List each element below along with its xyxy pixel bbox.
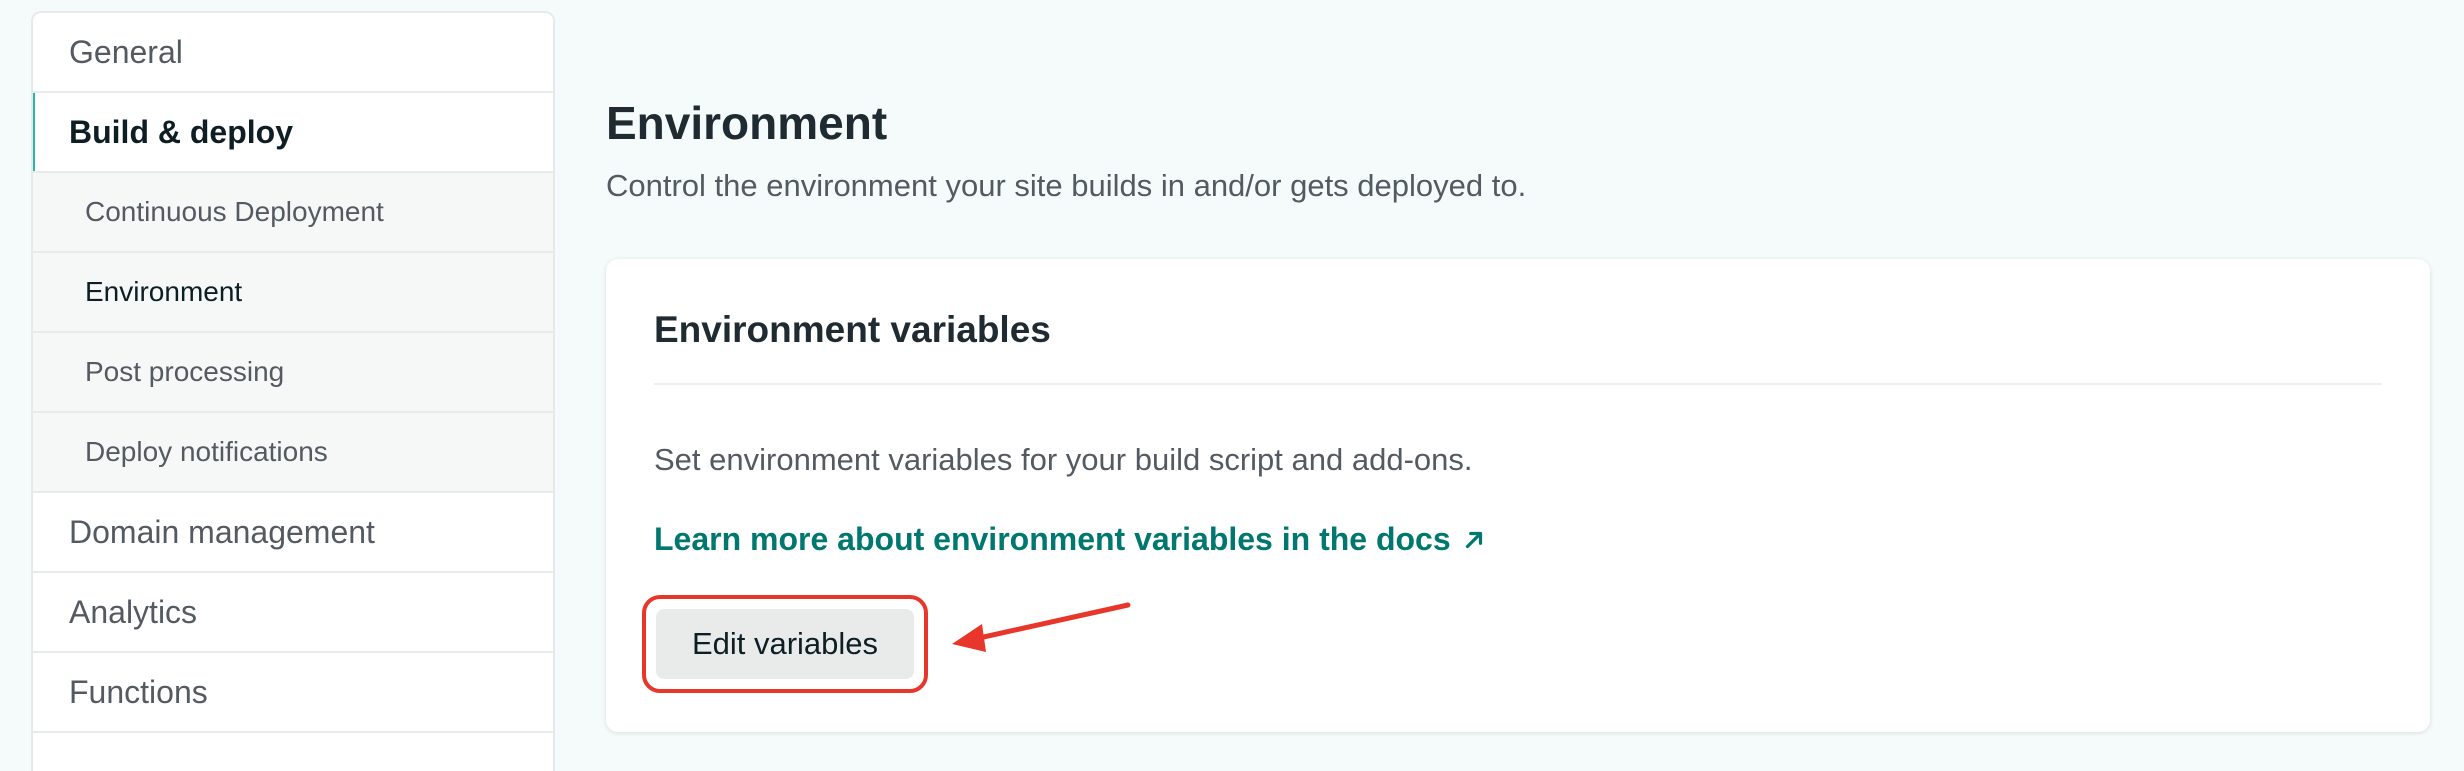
card-description: Set environment variables for your build…	[654, 442, 1473, 477]
page-subtitle: Control the environment your site builds…	[606, 168, 1527, 203]
settings-sidebar: General Build & deploy Continuous Deploy…	[31, 11, 555, 771]
sidebar-item-analytics[interactable]: Analytics	[33, 573, 553, 653]
environment-variables-card: Environment variables Set environment va…	[606, 259, 2430, 732]
page-title: Environment	[606, 97, 888, 149]
sidebar-subitem-continuous-deployment[interactable]: Continuous Deployment	[33, 173, 553, 253]
sidebar-item-build-deploy[interactable]: Build & deploy	[33, 93, 553, 173]
sidebar-subitem-post-processing[interactable]: Post processing	[33, 333, 553, 413]
arrow-up-right-icon	[1465, 531, 1482, 548]
card-title: Environment variables	[654, 309, 1051, 350]
sidebar-subitem-deploy-notifications[interactable]: Deploy notifications	[33, 413, 553, 493]
sidebar-subitem-environment[interactable]: Environment	[33, 253, 553, 333]
docs-link-label: Learn more about environment variables i…	[654, 521, 1451, 557]
edit-variables-button[interactable]: Edit variables	[656, 609, 914, 679]
card-divider	[654, 383, 2382, 385]
sidebar-item-general[interactable]: General	[33, 13, 553, 93]
docs-link[interactable]: Learn more about environment variables i…	[654, 521, 1487, 558]
sidebar-item-functions[interactable]: Functions	[33, 653, 553, 733]
sidebar-item-domain-management[interactable]: Domain management	[33, 493, 553, 573]
annotation-arrow-icon	[952, 602, 1131, 652]
